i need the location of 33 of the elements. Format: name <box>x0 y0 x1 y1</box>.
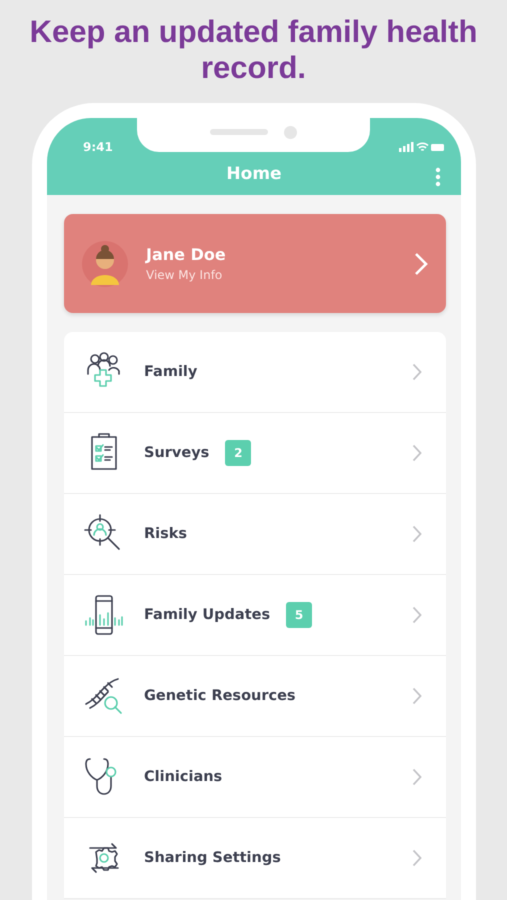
status-time: 9:41 <box>83 140 113 154</box>
screen-title: Home <box>226 164 282 184</box>
chevron-icon <box>412 606 422 624</box>
chevron-icon <box>412 687 422 705</box>
menu-label: Family Updates <box>144 607 270 623</box>
count-badge: 2 <box>225 440 252 466</box>
menu-item[interactable]: Risks <box>64 494 446 575</box>
menu-label: Risks <box>144 526 188 542</box>
chevron-icon <box>414 252 428 276</box>
avatar-icon <box>82 240 128 286</box>
menu-label: Family <box>144 364 198 380</box>
headline: Keep an updated family health record. <box>28 14 478 87</box>
profile-subtitle: View My Info <box>146 268 224 282</box>
menu-label: Surveys <box>144 445 210 461</box>
more-menu-icon[interactable] <box>435 167 441 187</box>
menu-label: Genetic Resources <box>144 688 296 704</box>
profile-name: Jane Doe <box>146 245 227 264</box>
menu-item[interactable]: Family <box>64 332 446 413</box>
chevron-icon <box>412 768 422 786</box>
menu-item[interactable]: Genetic Resources <box>64 656 446 737</box>
phone-chart-icon <box>82 593 126 637</box>
chevron-icon <box>412 849 422 867</box>
chevron-icon <box>412 525 422 543</box>
menu-item[interactable]: Clinicians <box>64 737 446 818</box>
menu-label: Clinicians <box>144 769 222 785</box>
menu-item[interactable]: Sharing Settings <box>64 818 446 899</box>
menu-item[interactable]: Surveys 2 <box>64 413 446 494</box>
menu-label: Sharing Settings <box>144 850 281 866</box>
chevron-icon <box>412 444 422 462</box>
status-icons <box>399 141 445 153</box>
chevron-icon <box>412 363 422 381</box>
count-badge: 5 <box>286 602 312 628</box>
menu-item[interactable]: Family Updates 5 <box>64 575 446 656</box>
